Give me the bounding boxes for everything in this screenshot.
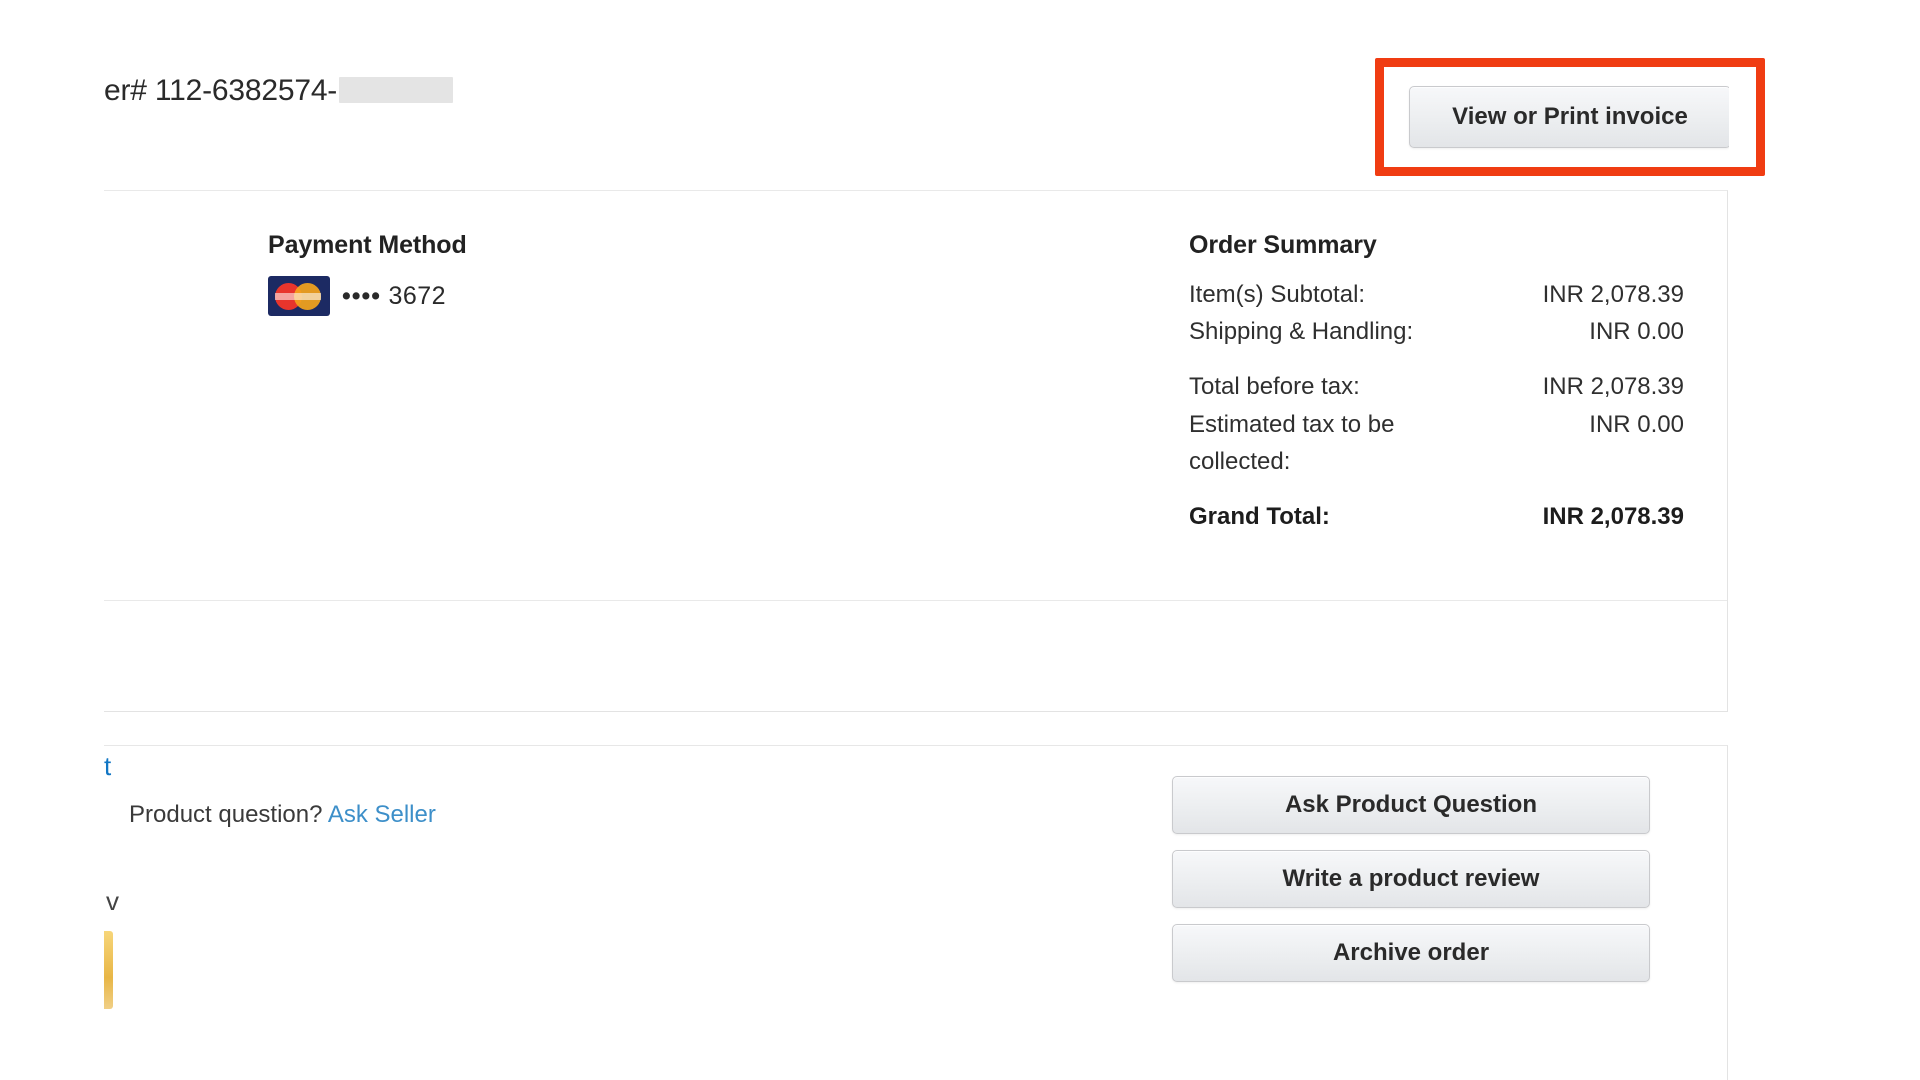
card-last-four: 3672 [388, 281, 447, 310]
summary-row-estimated-tax: Estimated tax to be collected: INR 0.00 [1189, 406, 1684, 480]
ask-seller-link[interactable]: Ask Seller [328, 801, 436, 828]
cropped-link-stub[interactable]: t [104, 751, 111, 782]
order-action-buttons: Ask Product Question Write a product rev… [1172, 776, 1650, 982]
summary-spacer [1189, 350, 1684, 368]
summary-value: INR 0.00 [1589, 318, 1684, 346]
write-product-review-button[interactable]: Write a product review [1172, 850, 1650, 908]
highlight-annotation-box [1375, 58, 1765, 176]
order-actions-card: t Product question? Ask Seller v Ask Pro… [104, 745, 1728, 1080]
order-summary-section: Order Summary Item(s) Subtotal: INR 2,07… [1189, 231, 1684, 535]
summary-value: INR 2,078.39 [1542, 281, 1684, 308]
summary-value: INR 2,078.39 [1542, 502, 1684, 530]
product-question-line: Product question? Ask Seller [129, 801, 436, 829]
summary-row-shipping: Shipping & Handling: INR 0.00 [1189, 313, 1684, 350]
payment-method-section: Payment Method •••• 3672 [268, 231, 788, 316]
order-number-text: er# 112-6382574- [104, 74, 338, 107]
summary-row-total-before-tax: Total before tax: INR 2,078.39 [1189, 368, 1684, 405]
summary-row-grand-total: Grand Total: INR 2,078.39 [1189, 498, 1684, 535]
order-details-card: Payment Method •••• 3672 Order Summary I… [104, 190, 1728, 712]
summary-label: Total before tax: [1189, 373, 1360, 401]
order-number: er# 112-6382574- [104, 74, 454, 108]
summary-label: Estimated tax to be collected: [1189, 410, 1395, 475]
summary-spacer [1189, 480, 1684, 498]
archive-order-button[interactable]: Archive order [1172, 924, 1650, 982]
redacted-order-suffix [339, 77, 454, 103]
payment-method-heading: Payment Method [268, 231, 467, 259]
ask-product-question-button[interactable]: Ask Product Question [1172, 776, 1650, 834]
mastercard-icon [268, 276, 330, 316]
card-mask: •••• [342, 281, 382, 310]
summary-label: Grand Total: [1189, 502, 1330, 530]
order-details-inner: Payment Method •••• 3672 Order Summary I… [104, 191, 1727, 601]
order-details-page: er# 112-6382574- View or Print invoice P… [0, 0, 1920, 1080]
summary-value: INR 2,078.39 [1542, 373, 1684, 401]
product-question-label: Product question? [129, 801, 323, 828]
order-summary-heading: Order Summary [1189, 231, 1377, 259]
cropped-text-stub: v [106, 886, 119, 916]
summary-row-subtotal: Item(s) Subtotal: INR 2,078.39 [1189, 276, 1684, 313]
summary-value: INR 0.00 [1589, 410, 1684, 438]
summary-label: Shipping & Handling: [1189, 318, 1414, 346]
cropped-yellow-button-edge[interactable] [104, 931, 113, 1009]
payment-card-line: •••• 3672 [268, 276, 788, 316]
summary-label: Item(s) Subtotal: [1189, 281, 1366, 308]
card-number: •••• 3672 [342, 282, 446, 311]
